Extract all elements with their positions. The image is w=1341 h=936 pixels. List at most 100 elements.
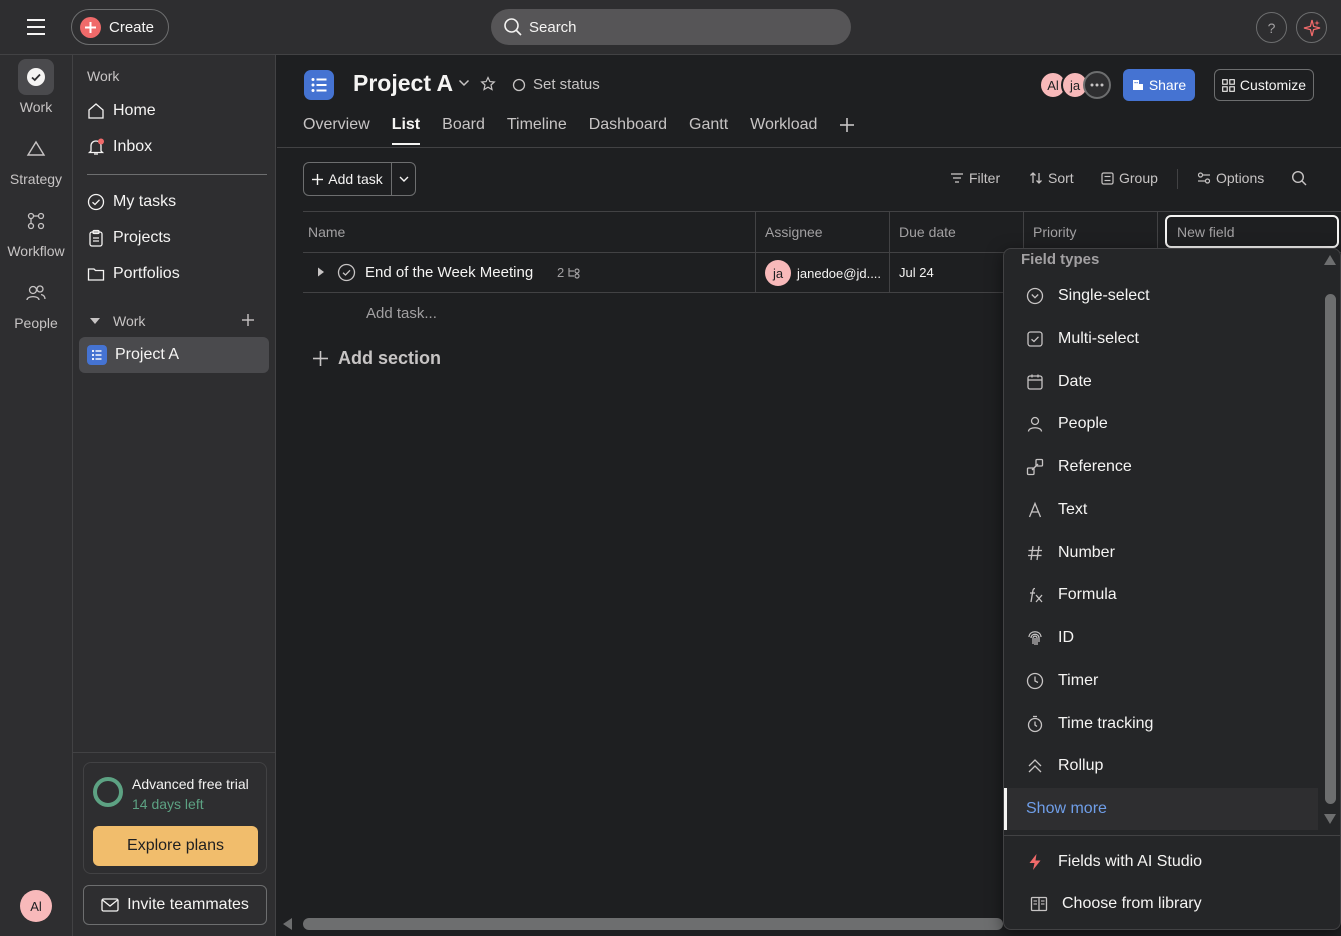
add-section-button[interactable]: Add section: [313, 348, 441, 369]
add-project-plus-icon[interactable]: [241, 313, 255, 327]
horizontal-scrollbar[interactable]: [277, 913, 1003, 935]
invite-teammates-button[interactable]: Invite teammates: [83, 885, 267, 925]
options-icon: [1197, 172, 1211, 184]
sidebar-item-label: Portfolios: [113, 265, 180, 282]
subtask-count[interactable]: 2: [557, 265, 581, 280]
scrollbar-thumb[interactable]: [303, 918, 1003, 930]
tab-overview[interactable]: Overview: [303, 115, 370, 145]
task-name[interactable]: End of the Week Meeting: [365, 264, 533, 281]
filter-button[interactable]: Filter: [950, 170, 1000, 186]
sidebar-item-portfolios[interactable]: Portfolios: [79, 257, 269, 291]
sidebar-item-inbox[interactable]: Inbox: [79, 130, 269, 164]
field-type-single-select[interactable]: Single-select: [1004, 275, 1318, 317]
sidebar: Work Home Inbox My tasks Projects Portfo…: [72, 55, 276, 936]
scroll-left-arrow-icon[interactable]: [283, 918, 293, 930]
field-type-time-tracking[interactable]: Time tracking: [1004, 703, 1318, 745]
fields-with-ai-studio[interactable]: Fields with AI Studio: [1004, 841, 1318, 883]
field-type-multi-select[interactable]: Multi-select: [1004, 318, 1318, 360]
set-status-button[interactable]: Set status: [512, 76, 600, 93]
tab-timeline[interactable]: Timeline: [507, 115, 567, 145]
choose-from-library[interactable]: Choose from library: [1004, 883, 1318, 925]
field-type-formula[interactable]: Formula: [1004, 574, 1318, 616]
chevron-down-icon[interactable]: [458, 78, 470, 88]
add-tab-plus-icon[interactable]: [839, 115, 855, 145]
sidebar-item-projects[interactable]: Projects: [79, 221, 269, 255]
sort-label: Sort: [1048, 170, 1074, 186]
field-type-text[interactable]: Text: [1004, 489, 1318, 531]
field-type-date[interactable]: Date: [1004, 361, 1318, 403]
workflow-icon: [18, 203, 54, 239]
sidebar-item-project-a[interactable]: Project A: [79, 337, 269, 373]
clock-icon: [1026, 672, 1044, 690]
trial-title: Advanced free trial: [132, 776, 249, 792]
customize-button[interactable]: Customize: [1214, 69, 1314, 101]
reference-icon: [1026, 458, 1044, 476]
field-type-rollup[interactable]: Rollup: [1004, 745, 1318, 787]
table-row[interactable]: End of the Week Meeting 2 ja janedoe@jd.…: [303, 253, 1003, 293]
share-button[interactable]: Share: [1123, 69, 1195, 101]
add-task-dropdown-button[interactable]: [392, 163, 415, 195]
sidebar-item-home[interactable]: Home: [79, 94, 269, 128]
options-button[interactable]: Options: [1197, 170, 1264, 186]
customize-label: Customize: [1239, 77, 1307, 93]
sidebar-item-my-tasks[interactable]: My tasks: [79, 185, 269, 219]
column-header-name[interactable]: Name: [303, 212, 345, 252]
field-type-number[interactable]: Number: [1004, 532, 1318, 574]
show-more-button[interactable]: Show more: [1004, 788, 1318, 830]
field-type-label: Multi-select: [1058, 330, 1139, 347]
column-header-due-date[interactable]: Due date: [894, 212, 956, 252]
search-input[interactable]: Search: [491, 9, 851, 45]
search-icon[interactable]: [1291, 170, 1307, 186]
filter-icon: [950, 172, 964, 184]
sidebar-bottom-divider: [73, 752, 275, 753]
project-title[interactable]: Project A: [353, 70, 453, 97]
tab-gantt[interactable]: Gantt: [689, 115, 728, 145]
rail-item-strategy[interactable]: Strategy: [0, 131, 72, 187]
field-type-reference[interactable]: Reference: [1004, 446, 1318, 488]
column-divider: [889, 253, 890, 293]
column-divider: [755, 212, 756, 252]
sidebar-section-work[interactable]: Work: [89, 313, 145, 329]
user-avatar[interactable]: Al: [20, 890, 52, 922]
expand-caret-icon[interactable]: [317, 267, 325, 277]
tab-dashboard[interactable]: Dashboard: [589, 115, 667, 145]
dropdown-scrollbar[interactable]: [1320, 249, 1340, 831]
add-task-button[interactable]: Add task: [304, 163, 392, 195]
field-type-people[interactable]: People: [1004, 403, 1318, 445]
help-button[interactable]: ?: [1256, 12, 1287, 43]
ai-sparkle-button[interactable]: [1296, 12, 1327, 43]
task-complete-check-icon[interactable]: [337, 263, 356, 282]
create-button[interactable]: Create: [71, 9, 169, 45]
group-button[interactable]: Group: [1101, 170, 1158, 186]
field-type-timer[interactable]: Timer: [1004, 660, 1318, 702]
explore-plans-button[interactable]: Explore plans: [93, 826, 258, 866]
list-icon: [87, 345, 107, 365]
due-date-cell[interactable]: Jul 24: [899, 265, 934, 280]
field-type-label: Reference: [1058, 458, 1132, 475]
subtask-icon: [567, 267, 581, 279]
rail-item-people[interactable]: People: [0, 275, 72, 331]
menu-icon[interactable]: [22, 15, 50, 39]
grid-icon: [1222, 78, 1235, 92]
add-task-inline[interactable]: Add task...: [366, 305, 437, 322]
scrollbar-thumb[interactable]: [1325, 294, 1336, 804]
star-icon[interactable]: [480, 76, 496, 92]
group-label: Group: [1119, 170, 1158, 186]
header-divider: [277, 147, 1341, 148]
column-header-priority[interactable]: Priority: [1028, 212, 1077, 252]
rail-item-work[interactable]: Work: [0, 59, 72, 115]
tab-board[interactable]: Board: [442, 115, 485, 145]
tab-workload[interactable]: Workload: [750, 115, 817, 145]
more-members-icon[interactable]: [1083, 71, 1111, 99]
rail-label: Workflow: [7, 243, 65, 259]
rail-item-workflow[interactable]: Workflow: [0, 203, 72, 259]
scroll-up-arrow-icon[interactable]: [1324, 255, 1336, 265]
tab-list[interactable]: List: [391, 115, 421, 145]
field-type-id[interactable]: ID: [1004, 617, 1318, 659]
sort-button[interactable]: Sort: [1029, 170, 1074, 186]
assignee-cell[interactable]: ja janedoe@jd....: [765, 260, 881, 286]
scroll-down-arrow-icon[interactable]: [1324, 814, 1336, 824]
new-field-input[interactable]: New field: [1165, 215, 1339, 248]
help-icon: ?: [1267, 19, 1276, 36]
column-header-assignee[interactable]: Assignee: [760, 212, 823, 252]
